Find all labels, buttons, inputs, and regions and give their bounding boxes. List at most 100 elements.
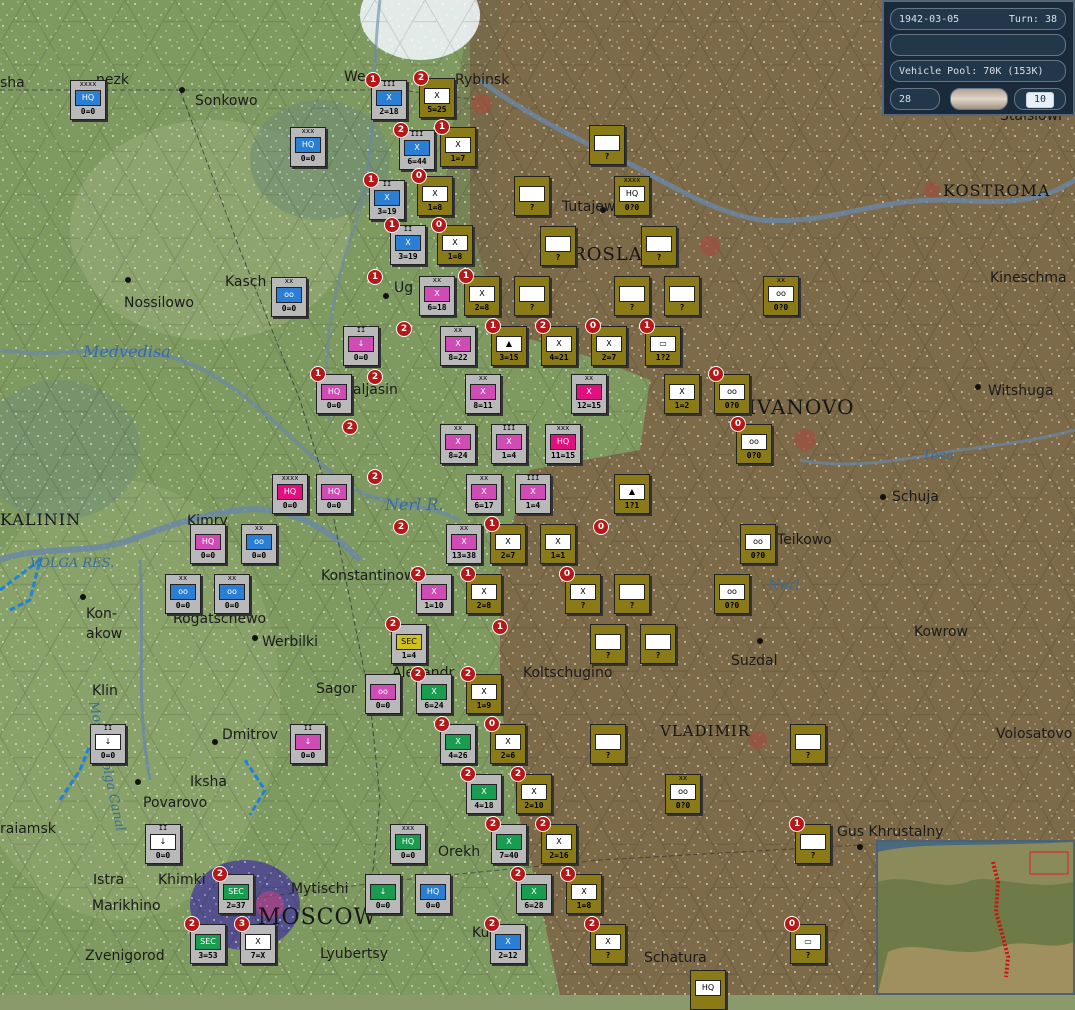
unit-strength: 0?0 <box>773 303 789 312</box>
place-dmitrov: Dmitrov <box>222 727 279 743</box>
unit-strength: 0=0 <box>400 851 416 860</box>
unit-size <box>515 277 549 284</box>
unit-symbol: ↓ <box>348 336 374 352</box>
unit-counter[interactable]: xx oo 0=0 <box>214 574 250 614</box>
unit-counter[interactable]: III X 1=4 <box>491 424 527 464</box>
unit-counter[interactable]: xx oo 0=0 <box>241 524 277 564</box>
unit-counter[interactable]: II ↓ 0=0 <box>145 824 181 864</box>
unit-counter[interactable]: xxxx HQ 0=0 <box>70 80 106 120</box>
unit-counter[interactable]: xxxx HQ 0=0 <box>272 474 308 514</box>
unit-counter[interactable]: X 1=1 <box>540 524 576 564</box>
zoom-value: 10 <box>1026 92 1054 108</box>
unit-strength: 1=2 <box>674 401 690 410</box>
unit-counter[interactable]: xxx HQ 11=15 <box>545 424 581 464</box>
unit-counter[interactable]: ? <box>614 574 650 614</box>
unit-symbol: ↓ <box>150 834 176 850</box>
unit-counter[interactable]: HQ <box>690 970 726 1010</box>
unit-strength: 0=0 <box>300 154 316 163</box>
hex-marker-badge[interactable]: 2 <box>342 419 358 435</box>
hex-marker-badge[interactable]: 2 <box>367 469 383 485</box>
unit-strength: 1=4 <box>501 451 517 460</box>
zoom-level-button[interactable]: 10 <box>1014 88 1066 110</box>
unit-counter[interactable]: HQ 0=0 <box>316 474 352 514</box>
place-kasch: Kasch <box>225 274 267 290</box>
unit-symbol: X <box>546 834 572 850</box>
unit-symbol <box>619 286 645 302</box>
unit-size <box>615 475 649 482</box>
place-rjazansk: raiamsk <box>0 821 56 837</box>
unit-counter[interactable]: xx oo 0=0 <box>165 574 201 614</box>
unit-counter[interactable]: ? <box>790 724 826 764</box>
unit-counter[interactable]: HQ 0=0 <box>190 524 226 564</box>
unit-counter[interactable]: xx X 8=11 <box>465 374 501 414</box>
unit-counter[interactable]: xxxx HQ 0?0 <box>614 176 650 216</box>
unit-counter[interactable]: ? <box>640 624 676 664</box>
hex-marker-badge[interactable]: 2 <box>367 369 383 385</box>
unit-counter[interactable]: oo 0=0 <box>365 674 401 714</box>
unit-counter[interactable]: xx X 8=22 <box>440 326 476 366</box>
unit-symbol <box>795 734 821 750</box>
unit-counter[interactable]: xxx HQ 0=0 <box>290 127 326 167</box>
unit-symbol <box>646 236 672 252</box>
unit-counter[interactable]: xxx HQ 0=0 <box>390 824 426 864</box>
unit-symbol: X <box>445 434 471 450</box>
unit-level-badge: 1 <box>384 217 400 233</box>
hex-marker-badge[interactable]: 1 <box>367 269 383 285</box>
place-uglitsch: Ug <box>394 280 414 296</box>
unit-strength: 1=8 <box>427 203 443 212</box>
unit-level-badge: 2 <box>184 916 200 932</box>
hex-marker-badge[interactable]: 0 <box>593 519 609 535</box>
unit-counter[interactable]: HQ 0=0 <box>415 874 451 914</box>
unit-size <box>615 277 649 284</box>
unit-strength: 0?0 <box>746 451 762 460</box>
unit-counter[interactable]: ? <box>641 226 677 266</box>
unit-symbol: X <box>445 137 471 153</box>
unit-counter[interactable]: II ↓ 0=0 <box>90 724 126 764</box>
unit-counter[interactable]: ? <box>590 724 626 764</box>
unit-counter[interactable]: ? <box>614 276 650 316</box>
unit-counter[interactable]: II ↓ 0=0 <box>343 326 379 366</box>
city-vladimir: VLADIMIR <box>660 722 751 740</box>
unit-counter[interactable]: III X 1=4 <box>515 474 551 514</box>
unit-counter[interactable]: oo 0?0 <box>740 524 776 564</box>
unit-strength: ? <box>605 751 611 760</box>
unit-counter[interactable]: xx oo 0=0 <box>271 277 307 317</box>
unit-strength: 0?0 <box>724 601 740 610</box>
unit-counter[interactable]: xx X 8=24 <box>440 424 476 464</box>
unit-symbol: oo <box>370 684 396 700</box>
unit-level-badge: 0 <box>431 217 447 233</box>
unit-counter[interactable]: II ↓ 0=0 <box>290 724 326 764</box>
unit-symbol <box>595 734 621 750</box>
unit-size <box>591 625 625 632</box>
unit-counter[interactable]: oo 0?0 <box>714 574 750 614</box>
unit-counter[interactable]: ▲ 1?1 <box>614 474 650 514</box>
unit-counter[interactable]: xx X 12=15 <box>571 374 607 414</box>
minimap[interactable] <box>876 840 1075 995</box>
unit-counter[interactable]: xx X 6=18 <box>419 276 455 316</box>
unit-counter[interactable]: ? <box>589 125 625 165</box>
unit-symbol: X <box>571 884 597 900</box>
hex-marker-badge[interactable]: 2 <box>396 321 412 337</box>
unit-counter[interactable]: ↓ 0=0 <box>365 874 401 914</box>
unit-symbol: X <box>546 336 572 352</box>
unit-size <box>741 525 775 532</box>
unit-symbol <box>519 186 545 202</box>
unit-counter[interactable]: ? <box>540 226 576 266</box>
unit-counter[interactable]: xx X 13=38 <box>446 524 482 564</box>
unit-counter[interactable]: ? <box>664 276 700 316</box>
unit-counter[interactable]: xx X 6=17 <box>466 474 502 514</box>
unit-symbol: X <box>495 734 521 750</box>
unit-strength: ? <box>555 253 561 262</box>
unit-counter[interactable]: X 1=2 <box>664 374 700 414</box>
weather-indicator[interactable] <box>950 88 1008 110</box>
unit-counter[interactable]: xx oo 0?0 <box>763 276 799 316</box>
unit-counter[interactable]: ? <box>590 624 626 664</box>
hex-marker-badge[interactable]: 1 <box>492 619 508 635</box>
unit-counter[interactable]: ? <box>514 276 550 316</box>
hex-marker-badge[interactable]: 2 <box>393 519 409 535</box>
unit-counter[interactable]: ? <box>514 176 550 216</box>
unit-counter[interactable]: xx oo 0?0 <box>665 774 701 814</box>
unit-size: II <box>103 724 113 732</box>
unit-strength: 0?0 <box>675 801 691 810</box>
unit-symbol: X <box>451 534 477 550</box>
